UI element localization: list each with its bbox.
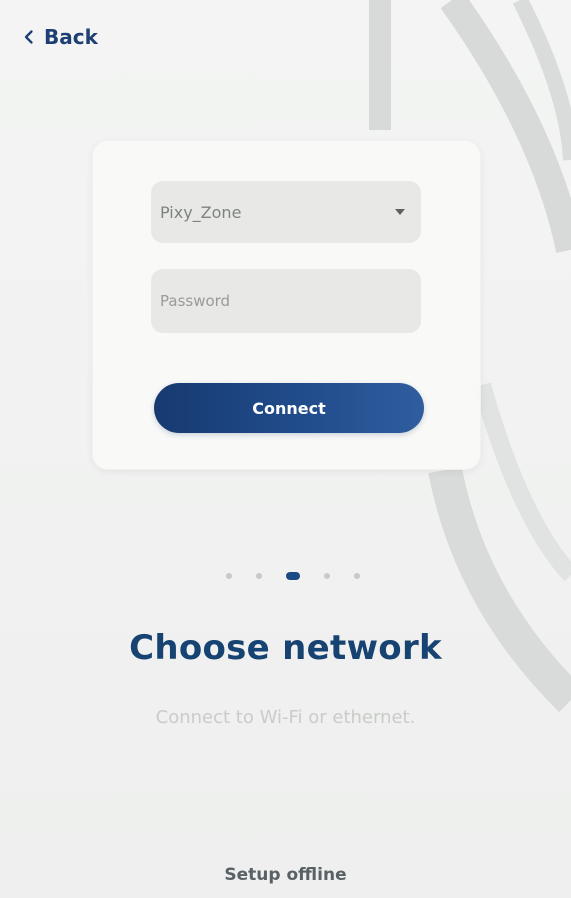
pagination-dot [324,573,330,579]
pagination-dot [256,573,262,579]
back-button[interactable]: Back [20,22,98,52]
password-input[interactable] [151,269,421,333]
pagination-dot [354,573,360,579]
network-setup-screen: Back Pixy_Zone Connect Choose network Co… [0,0,571,898]
network-select[interactable]: Pixy_Zone [151,181,421,243]
setup-offline-link[interactable]: Setup offline [0,865,571,885]
page-title: Choose network [129,628,442,668]
back-label: Back [44,25,98,49]
page-subtitle: Connect to Wi-Fi or ethernet. [155,707,416,728]
pagination-dot-active [286,572,300,580]
chevron-left-icon [20,28,38,46]
network-select-value: Pixy_Zone [160,202,242,222]
caret-down-icon [393,207,407,217]
pagination-dot [226,573,232,579]
network-card: Pixy_Zone Connect [92,140,481,470]
connect-button[interactable]: Connect [154,383,424,433]
pagination-dots [226,570,360,582]
